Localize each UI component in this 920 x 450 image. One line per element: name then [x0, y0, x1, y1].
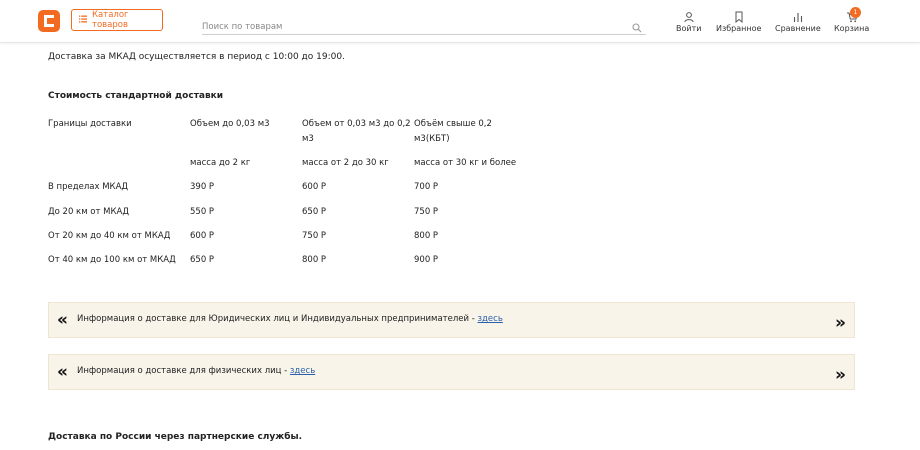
- bookmark-icon: [716, 11, 761, 24]
- table-row-price: 650 Р: [190, 255, 215, 265]
- search-input[interactable]: [202, 20, 612, 34]
- compare-label: Сравнение: [775, 24, 821, 33]
- info-legal-box: « Информация о доставке для Юридических …: [48, 302, 855, 338]
- catalog-button-label: Каталог товаров: [92, 10, 129, 30]
- catalog-button[interactable]: Каталог товаров: [71, 9, 163, 31]
- bar-chart-icon: [775, 11, 821, 23]
- search-bar: [202, 14, 646, 35]
- login-link[interactable]: Войти: [676, 11, 701, 33]
- table-row-price: 390 Р: [190, 182, 215, 192]
- table-row-price: 750 Р: [414, 207, 439, 217]
- table-sub-col2: масса от 2 до 30 кг: [302, 158, 389, 168]
- table-header-col2-line2: м3: [302, 134, 314, 144]
- table-row-price: 700 Р: [414, 182, 439, 192]
- favorites-label: Избранное: [716, 24, 762, 33]
- info-legal-message: Информация о доставке для Юридических ли…: [77, 314, 478, 324]
- table-header-col3-line1: Объём свыше 0,2: [414, 119, 492, 129]
- russia-delivery-title: Доставка по России через партнерские слу…: [48, 432, 303, 442]
- site-header: Каталог товаров Войти Избранное: [0, 0, 920, 43]
- table-row-price: 600 Р: [302, 182, 327, 192]
- table-header-zone: Границы доставки: [48, 119, 132, 129]
- compare-link[interactable]: Сравнение: [775, 11, 821, 33]
- table-row-price: 600 Р: [190, 231, 215, 241]
- logo[interactable]: [38, 10, 60, 32]
- delivery-time-note: Доставка за МКАД осуществляется в период…: [48, 52, 345, 62]
- table-header-col2-line1: Объем от 0,03 м3 до 0,2: [302, 119, 411, 129]
- info-individual-box: « Информация о доставке для физических л…: [48, 354, 855, 390]
- table-row-price: 800 Р: [414, 231, 439, 241]
- table-row-price: 750 Р: [302, 231, 327, 241]
- table-header-col3-line2: м3(КБТ): [414, 134, 450, 144]
- table-row-zone: В пределах МКАД: [48, 182, 129, 192]
- info-individual-link[interactable]: здесь: [290, 366, 315, 376]
- cart-link[interactable]: 1 Корзина: [834, 7, 870, 33]
- login-label: Войти: [676, 24, 702, 33]
- table-row-zone: От 40 км до 100 км от МКАД: [48, 255, 176, 265]
- user-icon: [676, 11, 701, 23]
- logo-icon: [44, 15, 54, 27]
- cart-label: Корзина: [834, 24, 870, 33]
- quote-open-icon: «: [57, 310, 68, 330]
- menu-icon: [79, 15, 87, 26]
- quote-close-icon: »: [835, 365, 846, 385]
- table-sub-col1: масса до 2 кг: [190, 158, 251, 168]
- table-row-price: 800 Р: [302, 255, 327, 265]
- table-row-zone: От 20 км до 40 км от МКАД: [48, 231, 171, 241]
- table-sub-col3: масса от 30 кг и более: [414, 158, 517, 168]
- table-title: Стоимость стандартной доставки: [48, 91, 224, 101]
- info-legal-link[interactable]: здесь: [478, 314, 503, 324]
- table-header-col1: Объем до 0,03 м3: [190, 119, 270, 129]
- info-individual-text: Информация о доставке для физических лиц…: [77, 366, 315, 376]
- table-row-price: 650 Р: [302, 207, 327, 217]
- quote-close-icon: »: [835, 313, 846, 333]
- info-individual-message: Информация о доставке для физических лиц…: [77, 366, 290, 376]
- favorites-link[interactable]: Избранное: [716, 11, 761, 33]
- quote-open-icon: «: [57, 362, 68, 382]
- table-row-price: 900 Р: [414, 255, 439, 265]
- table-row-price: 550 Р: [190, 207, 215, 217]
- table-row-zone: До 20 км от МКАД: [48, 207, 129, 217]
- search-icon[interactable]: [632, 18, 642, 37]
- cart-count-badge: 1: [850, 7, 861, 18]
- info-legal-text: Информация о доставке для Юридических ли…: [77, 314, 503, 324]
